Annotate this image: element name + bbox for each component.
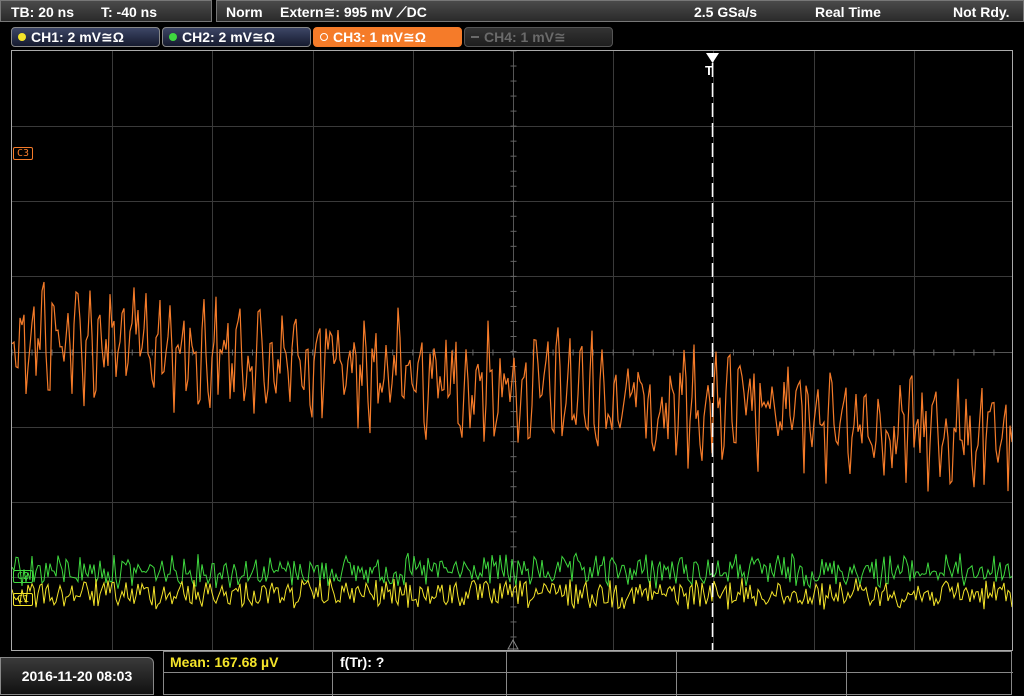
trigger-arrow-icon bbox=[706, 53, 719, 63]
acquisition-panel[interactable]: Norm Extern≅: 995 mV ⟋DC 2.5 GSa/s Real … bbox=[216, 0, 1024, 22]
sample-rate[interactable]: 2.5 GSa/s bbox=[694, 4, 757, 20]
measurement-divider bbox=[846, 652, 847, 696]
run-status: Not Rdy. bbox=[953, 4, 1010, 20]
trigger-position-label: T bbox=[705, 63, 713, 78]
ch1-color-dot bbox=[18, 33, 26, 41]
ch2-offset-marker[interactable]: C2 bbox=[13, 570, 34, 583]
measurement-panel[interactable]: Mean: 167.68 µV f(Tr): ? bbox=[163, 651, 1013, 696]
waveform-canvas[interactable] bbox=[12, 51, 1013, 651]
ch1-offset-marker[interactable]: C1 bbox=[13, 593, 34, 606]
ch4-label: CH4: 1 mV≅ bbox=[484, 29, 566, 45]
timebase-value[interactable]: TB: 20 ns bbox=[11, 4, 74, 20]
measurement-mean[interactable]: Mean: 167.68 µV bbox=[170, 654, 278, 670]
ch3-label: CH3: 1 mV≅Ω bbox=[333, 29, 426, 45]
status-bar: TB: 20 ns T: -40 ns Norm Extern≅: 995 mV… bbox=[0, 0, 1024, 24]
ch1-label: CH1: 2 mV≅Ω bbox=[31, 29, 124, 45]
measurement-divider bbox=[164, 672, 1013, 673]
ch1-waveform bbox=[12, 578, 1012, 610]
ch4-off-icon bbox=[471, 36, 479, 38]
ch2-label: CH2: 2 mV≅Ω bbox=[182, 29, 275, 45]
acquisition-mode[interactable]: Norm bbox=[226, 4, 263, 20]
trigger-source[interactable]: Extern≅: 995 mV ⟋DC bbox=[280, 4, 427, 21]
timebase-panel[interactable]: TB: 20 ns T: -40 ns bbox=[0, 0, 212, 22]
waveform-display[interactable]: C3 C2 C1 T bbox=[11, 50, 1013, 651]
date-time: 2016-11-20 08:03 bbox=[0, 657, 154, 695]
ch3-offset-marker[interactable]: C3 bbox=[13, 147, 34, 160]
tab-ch1[interactable]: CH1: 2 mV≅Ω bbox=[11, 27, 160, 47]
measurement-divider bbox=[332, 652, 333, 696]
ch3-waveform bbox=[12, 281, 1012, 492]
ch2-color-dot bbox=[169, 33, 177, 41]
bottom-bar: 2016-11-20 08:03 Mean: 167.68 µV f(Tr): … bbox=[0, 651, 1024, 696]
trigger-time-value[interactable]: T: -40 ns bbox=[101, 4, 157, 20]
display-mode[interactable]: Real Time bbox=[815, 4, 881, 20]
ch2-waveform bbox=[12, 552, 1012, 589]
tab-ch3[interactable]: CH3: 1 mV≅Ω bbox=[313, 27, 462, 47]
tab-ch2[interactable]: CH2: 2 mV≅Ω bbox=[162, 27, 311, 47]
measurement-divider bbox=[506, 652, 507, 696]
ch3-color-dot bbox=[320, 33, 328, 41]
measurement-divider bbox=[676, 652, 677, 696]
tab-ch4[interactable]: CH4: 1 mV≅ bbox=[464, 27, 613, 47]
measurement-frequency[interactable]: f(Tr): ? bbox=[340, 654, 384, 670]
channel-tabs: CH1: 2 mV≅Ω CH2: 2 mV≅Ω CH3: 1 mV≅Ω CH4:… bbox=[0, 25, 1024, 49]
